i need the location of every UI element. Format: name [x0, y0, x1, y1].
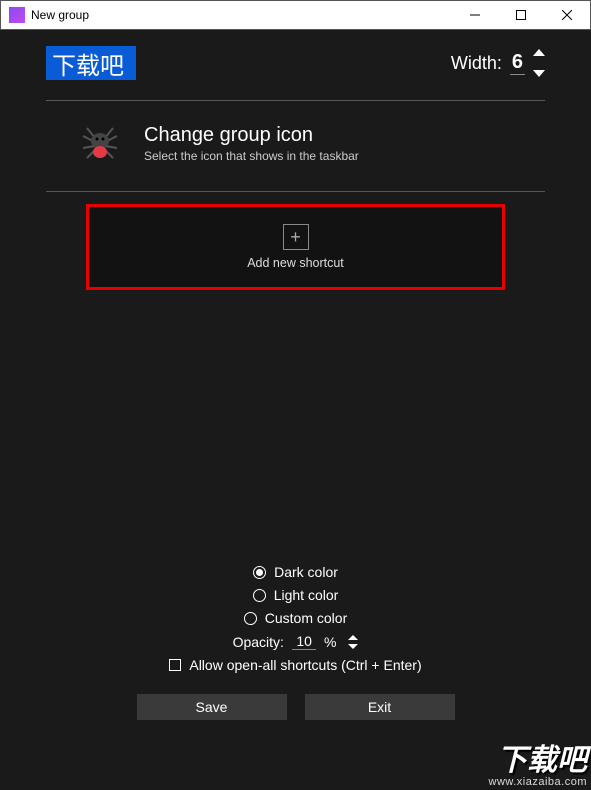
maximize-button[interactable] [498, 1, 544, 30]
width-label: Width: [451, 53, 502, 74]
radio-label: Light color [274, 587, 339, 603]
exit-button[interactable]: Exit [305, 694, 455, 720]
bottom-settings: Dark color Light color Custom color Opac… [0, 564, 591, 720]
opacity-suffix: % [324, 634, 336, 650]
radio-icon [253, 566, 266, 579]
allow-open-all-checkbox[interactable]: Allow open-all shortcuts (Ctrl + Enter) [169, 657, 421, 673]
radio-icon [244, 612, 257, 625]
checkbox-label: Allow open-all shortcuts (Ctrl + Enter) [189, 657, 421, 673]
chevron-down-icon[interactable] [533, 70, 545, 77]
radio-light-color[interactable]: Light color [253, 587, 339, 603]
width-spinner [533, 49, 545, 77]
opacity-label: Opacity: [233, 634, 284, 650]
add-shortcut-label: Add new shortcut [247, 256, 344, 270]
group-name-input[interactable] [46, 46, 136, 80]
icon-heading: Change group icon [144, 124, 359, 147]
chevron-up-icon[interactable] [533, 49, 545, 56]
icon-text: Change group icon Select the icon that s… [144, 124, 359, 163]
opacity-value[interactable]: 10 [292, 633, 316, 650]
radio-dark-color[interactable]: Dark color [253, 564, 338, 580]
save-button[interactable]: Save [137, 694, 287, 720]
icon-subheading: Select the icon that shows in the taskba… [144, 149, 359, 163]
watermark-url: www.xiazaiba.com [489, 776, 587, 788]
plus-icon: + [283, 224, 309, 250]
opacity-control: Opacity: 10 % [233, 633, 359, 650]
titlebar: New group [0, 0, 591, 30]
width-value[interactable]: 6 [510, 51, 525, 75]
checkbox-icon [169, 659, 181, 671]
icon-section[interactable]: Change group icon Select the icon that s… [46, 101, 545, 192]
add-shortcut-button[interactable]: + Add new shortcut [86, 204, 505, 290]
button-row: Save Exit [137, 694, 455, 720]
radio-label: Custom color [265, 610, 347, 626]
chevron-up-icon[interactable] [348, 635, 358, 640]
window-title: New group [31, 8, 452, 22]
minimize-button[interactable] [452, 1, 498, 30]
app-icon [9, 7, 25, 23]
watermark: 下载吧 www.xiazaiba.com [489, 746, 587, 788]
radio-label: Dark color [274, 564, 338, 580]
watermark-text: 下载吧 [489, 746, 587, 776]
chevron-down-icon[interactable] [348, 644, 358, 649]
radio-icon [253, 589, 266, 602]
radio-custom-color[interactable]: Custom color [244, 610, 347, 626]
close-button[interactable] [544, 1, 590, 30]
width-control: Width: 6 [451, 49, 545, 77]
shortcut-area: + Add new shortcut [46, 204, 545, 290]
spider-icon [76, 119, 124, 167]
opacity-spinner [348, 635, 358, 649]
top-row: Width: 6 [46, 46, 545, 101]
